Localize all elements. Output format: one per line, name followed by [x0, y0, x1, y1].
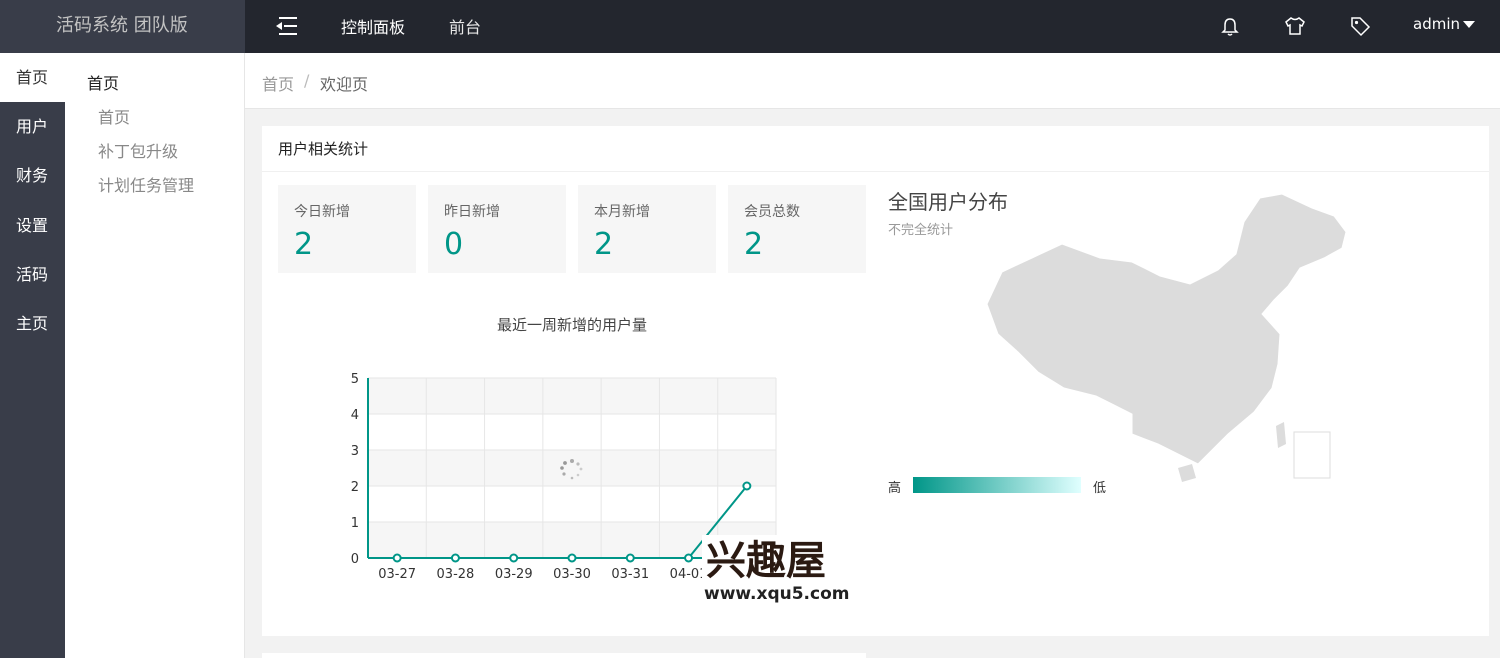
data-point[interactable] — [567, 553, 577, 563]
sidebar-item-settings[interactable]: 设置 — [0, 201, 65, 250]
y-tick-label: 0 — [351, 552, 359, 567]
stat-value: 2 — [594, 227, 614, 262]
xqu5-watermark-logo: 兴趣屋 www.xqu5.com — [702, 535, 858, 604]
stat-value: 2 — [744, 227, 764, 262]
grid-band — [368, 378, 776, 414]
sidebar-item-finance[interactable]: 财务 — [0, 151, 65, 200]
stat-value: 2 — [294, 227, 314, 262]
legend-low-label: 低 — [1093, 481, 1107, 496]
x-tick-label: 03-30 — [553, 567, 591, 582]
legend-high-label: 高 — [888, 481, 902, 496]
data-point[interactable] — [450, 553, 460, 563]
bell-icon[interactable] — [1219, 15, 1241, 37]
sub-sidebar: 首页 首页 补丁包升级 计划任务管理 — [65, 53, 245, 658]
breadcrumb: 首页 / 欢迎页 — [245, 53, 1500, 109]
grid-band — [368, 486, 776, 522]
sidebar-item-home[interactable]: 首页 — [0, 53, 65, 102]
sidebar-toggle-icon[interactable] — [276, 16, 298, 36]
app-logo[interactable]: 活码系统 团队版 — [0, 0, 245, 53]
data-point[interactable] — [742, 481, 752, 491]
nav-dashboard[interactable]: 控制面板 — [341, 14, 405, 38]
y-tick-label: 4 — [351, 408, 359, 423]
top-header: 活码系统 团队版 控制面板 前台 admin — [0, 0, 1500, 53]
stat-card-today[interactable]: 今日新增 2 — [278, 185, 416, 273]
y-tick-label: 3 — [351, 444, 359, 459]
main-sidebar: 首页 用户 财务 设置 活码 主页 — [0, 53, 65, 658]
breadcrumb-separator: / — [304, 71, 310, 90]
breadcrumb-home[interactable]: 首页 — [262, 71, 294, 95]
tag-icon[interactable] — [1349, 15, 1371, 37]
sidebar-item-homepage[interactable]: 主页 — [0, 299, 65, 348]
data-point[interactable] — [625, 553, 635, 563]
x-tick-label: 03-28 — [437, 567, 475, 582]
grid-band — [368, 450, 776, 486]
watermark-url: www.xqu5.com — [704, 584, 849, 604]
chart-title: 最近一周新增的用户量 — [497, 316, 647, 334]
breadcrumb-current: 欢迎页 — [320, 75, 369, 94]
subnav-heading: 首页 — [87, 74, 120, 93]
shirt-icon[interactable] — [1284, 15, 1306, 37]
y-tick-label: 2 — [351, 480, 359, 495]
sidebar-item-users[interactable]: 用户 — [0, 102, 65, 151]
next-panel-edge — [262, 653, 866, 658]
subnav-item-patch-upgrade[interactable]: 补丁包升级 — [98, 138, 178, 162]
stat-label: 本月新增 — [594, 204, 650, 220]
stat-value: 0 — [444, 227, 464, 262]
stat-card-month[interactable]: 本月新增 2 — [578, 185, 716, 273]
china-map[interactable]: 黑龙江吉林内蒙古辽宁新疆甘肃北京天津宁夏山西河北山东青海陕西河南江苏西藏安徽上海… — [982, 192, 1382, 502]
x-tick-label: 03-31 — [611, 567, 649, 582]
stats-panel: 用户相关统计 今日新增 2 昨日新增 0 本月新增 2 会员总数 2 最近一周新… — [262, 126, 1489, 636]
stat-card-yesterday[interactable]: 昨日新增 0 — [428, 185, 566, 273]
stat-label: 昨日新增 — [444, 204, 500, 220]
watermark-brand: 兴趣屋 — [706, 538, 826, 584]
subnav-item-cron-tasks[interactable]: 计划任务管理 — [98, 172, 194, 196]
map-subtitle: 不完全统计 — [888, 223, 954, 238]
y-tick-label: 1 — [351, 516, 359, 531]
user-menu[interactable]: admin — [1413, 15, 1460, 33]
sidebar-item-livecode[interactable]: 活码 — [0, 250, 65, 299]
grid-band — [368, 414, 776, 450]
panel-title: 用户相关统计 — [262, 126, 1489, 172]
data-point[interactable] — [392, 553, 402, 563]
subnav-item-home[interactable]: 首页 — [98, 104, 130, 128]
nav-frontend[interactable]: 前台 — [449, 14, 481, 38]
stat-card-total[interactable]: 会员总数 2 — [728, 185, 866, 273]
data-point[interactable] — [509, 553, 519, 563]
data-point[interactable] — [684, 553, 694, 563]
x-tick-label: 03-27 — [378, 567, 416, 582]
y-tick-label: 5 — [351, 372, 359, 387]
stat-label: 今日新增 — [294, 204, 350, 220]
stat-label: 会员总数 — [744, 204, 800, 220]
x-tick-label: 03-29 — [495, 567, 533, 582]
chevron-down-icon[interactable] — [1463, 21, 1475, 28]
legend-gradient[interactable] — [913, 477, 1081, 493]
